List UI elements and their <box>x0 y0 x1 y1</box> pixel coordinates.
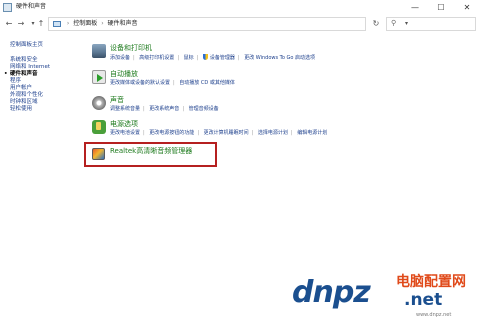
refresh-button[interactable]: ↻ <box>370 18 382 30</box>
sidebar-item-appearance[interactable]: 外观和个性化 <box>10 92 85 99</box>
control-panel-icon <box>3 3 12 12</box>
link-change-sounds[interactable]: 更改系统声音 <box>149 106 179 112</box>
sidebar-item-system-security[interactable]: 系统和安全 <box>10 57 85 64</box>
sidebar-home-link[interactable]: 控制面板主页 <box>10 42 85 49</box>
realtek-audio-manager-link[interactable]: Realtek高清晰音频管理器 <box>110 147 192 156</box>
link-advanced-printer[interactable]: 高级打印机设置 <box>139 55 174 61</box>
sidebar: 控制面板主页 系统和安全 网络和 Internet 硬件和声音 程序 用户帐户 … <box>4 42 85 113</box>
watermark-site-name: 电脑配置网 <box>396 274 466 290</box>
category-links: 更改媒体或设备的默认设置 | 自动播放 CD 或其他媒体 <box>110 80 235 86</box>
up-button[interactable]: ↑ <box>35 18 47 30</box>
link-windows-to-go[interactable]: 更改 Windows To Go 启动选项 <box>244 55 315 61</box>
maximize-button[interactable]: ☐ <box>428 0 454 15</box>
link-sleep-time[interactable]: 更改计算机睡眠时间 <box>204 130 249 136</box>
watermark-url: www.dnpz.net <box>416 312 452 318</box>
breadcrumb-separator: › <box>101 20 104 27</box>
watermark: dnpz 电脑配置网 .net www.dnpz.net <box>292 270 480 320</box>
sidebar-item-ease-of-access[interactable]: 轻松使用 <box>10 106 85 113</box>
search-icon: ⚲ <box>391 19 397 27</box>
sidebar-item-clock-region[interactable]: 时钟和区域 <box>10 99 85 106</box>
printer-icon <box>92 44 106 58</box>
watermark-logo: dnpz <box>292 275 371 310</box>
realtek-audio-icon <box>92 148 105 160</box>
close-button[interactable]: ✕ <box>454 0 480 15</box>
watermark-domain-suffix: .net <box>404 290 443 310</box>
forward-button[interactable]: → <box>15 18 27 30</box>
back-button[interactable]: ← <box>3 18 15 30</box>
navigation-bar: ← → ▾ ↑ › 控制面板 › 硬件和声音 ▾ ↻ ⚲ <box>0 16 480 32</box>
category-links: 添加设备 | 高级打印机设置 | 鼠标 | 设备管理器 | 更改 Windows To … <box>110 54 316 61</box>
breadcrumb-control-panel[interactable]: 控制面板 <box>73 20 97 27</box>
breadcrumb-hardware-sound[interactable]: 硬件和声音 <box>108 20 138 27</box>
sidebar-item-programs[interactable]: 程序 <box>10 78 85 85</box>
speaker-icon <box>92 96 106 110</box>
breadcrumb-separator: › <box>66 20 70 27</box>
sidebar-item-hardware-sound[interactable]: 硬件和声音 <box>4 71 85 78</box>
link-media-defaults[interactable]: 更改媒体或设备的默认设置 <box>110 80 170 86</box>
link-manage-audio-devices[interactable]: 管理音频设备 <box>189 106 219 112</box>
link-mouse[interactable]: 鼠标 <box>184 55 194 61</box>
category-title[interactable]: 设备和打印机 <box>110 44 152 53</box>
link-device-manager[interactable]: 设备管理器 <box>210 55 235 61</box>
control-panel-icon <box>53 20 61 27</box>
link-add-device[interactable]: 添加设备 <box>110 55 130 61</box>
link-battery-settings[interactable]: 更改电池设置 <box>110 130 140 136</box>
address-bar[interactable]: › 控制面板 › 硬件和声音 ▾ <box>48 17 408 31</box>
category-links: 更改电池设置 | 更改电源按钮的功能 | 更改计算机睡眠时间 | 选择电源计划 | 编辑… <box>110 130 328 136</box>
search-input[interactable]: ⚲ <box>386 17 476 31</box>
sidebar-item-user-accounts[interactable]: 用户帐户 <box>10 85 85 92</box>
link-autoplay-cd[interactable]: 自动播放 CD 或其他媒体 <box>179 80 235 86</box>
category-title[interactable]: 电源选项 <box>110 120 138 129</box>
category-title[interactable]: 自动播放 <box>110 70 138 79</box>
sidebar-item-network[interactable]: 网络和 Internet <box>10 64 85 71</box>
link-adjust-volume[interactable]: 调整系统音量 <box>110 106 140 112</box>
realtek-audio-manager-highlight: Realtek高清晰音频管理器 <box>84 142 217 167</box>
category-title[interactable]: 声音 <box>110 96 124 105</box>
uac-shield-icon <box>202 54 208 60</box>
battery-icon <box>92 120 106 134</box>
link-edit-plan[interactable]: 编辑电源计划 <box>297 130 327 136</box>
minimize-button[interactable]: — <box>402 0 428 15</box>
category-links: 调整系统音量 | 更改系统声音 | 管理音频设备 <box>110 106 219 112</box>
title-bar: 硬件和声音 — ☐ ✕ <box>0 0 480 15</box>
link-choose-plan[interactable]: 选择电源计划 <box>258 130 288 136</box>
autoplay-icon <box>92 70 106 84</box>
window-title: 硬件和声音 <box>16 3 47 10</box>
link-power-buttons[interactable]: 更改电源按钮的功能 <box>149 130 194 136</box>
